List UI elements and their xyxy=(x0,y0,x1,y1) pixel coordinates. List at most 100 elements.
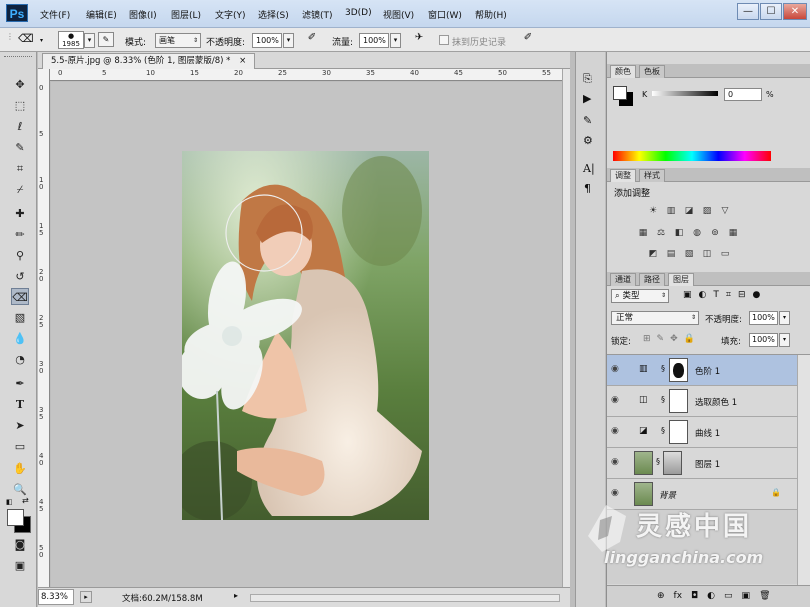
posterize-icon[interactable]: ▤ xyxy=(665,249,677,260)
crop-tool-icon[interactable]: ⌗ xyxy=(11,160,29,177)
menu-type[interactable]: 文字(Y) xyxy=(215,8,246,21)
quick-select-tool-icon[interactable]: ✎ xyxy=(11,139,29,156)
brush-dropdown-icon[interactable]: ▾ xyxy=(84,33,95,48)
menu-image[interactable]: 图像(I) xyxy=(129,8,157,21)
filter-shape-icon[interactable]: ⌗ xyxy=(726,290,731,300)
vertical-scrollbar[interactable] xyxy=(562,69,570,587)
visibility-eye-icon[interactable]: ◉ xyxy=(611,488,619,498)
foreground-color-swatch[interactable] xyxy=(7,509,24,526)
menu-file[interactable]: 文件(F) xyxy=(40,8,70,21)
minimize-button[interactable]: — xyxy=(737,3,759,20)
default-colors-icon[interactable]: ◧ xyxy=(6,498,13,506)
menu-edit[interactable]: 编辑(E) xyxy=(86,8,117,21)
blend-mode-select[interactable]: 正常 ⇕ xyxy=(611,311,699,325)
chain-link-icon[interactable]: § xyxy=(661,395,665,404)
character-panel-icon[interactable]: A| xyxy=(583,162,595,175)
eyedropper-tool-icon[interactable]: ⌿ xyxy=(11,181,29,198)
opacity-dropdown-icon[interactable]: ▾ xyxy=(283,33,294,48)
vibrance-icon[interactable]: ▽ xyxy=(719,206,731,217)
dodge-tool-icon[interactable]: ◔ xyxy=(11,351,29,368)
document-tab[interactable]: 5.5-原片.jpg @ 8.33% (色阶 1, 图层蒙版/8) * × xyxy=(42,53,256,69)
tool-preset-chevron-icon[interactable]: ▾ xyxy=(40,37,43,44)
filter-pixel-icon[interactable]: ▣ xyxy=(683,290,692,300)
quick-mask-icon[interactable]: ◙ xyxy=(11,536,29,553)
menu-view[interactable]: 视图(V) xyxy=(383,8,414,21)
color-fg-swatch[interactable] xyxy=(613,86,627,100)
brush-tool-icon[interactable]: ✏ xyxy=(11,226,29,243)
move-tool-icon[interactable]: ✥ xyxy=(11,76,29,93)
visibility-eye-icon[interactable]: ◉ xyxy=(611,364,619,374)
tab-channels[interactable]: 通道 xyxy=(610,273,636,286)
color-spectrum-bar[interactable] xyxy=(613,151,771,161)
hue-saturation-icon[interactable]: ▦ xyxy=(637,228,649,239)
brightness-contrast-icon[interactable]: ☀ xyxy=(647,206,659,217)
screen-mode-icon[interactable]: ▣ xyxy=(11,557,29,574)
layer-row[interactable]: ◉ § 图层 1 xyxy=(607,448,797,479)
lasso-tool-icon[interactable]: ℓ xyxy=(11,118,29,135)
color-lookup-icon[interactable]: ▦ xyxy=(727,228,739,239)
status-arrow-icon[interactable]: ▸ xyxy=(234,591,238,600)
visibility-eye-icon[interactable]: ◉ xyxy=(611,395,619,405)
chain-link-icon[interactable]: § xyxy=(661,364,665,373)
visibility-eye-icon[interactable]: ◉ xyxy=(611,457,619,467)
new-layer-icon[interactable]: ▣ xyxy=(742,591,751,601)
lock-position-icon[interactable]: ✥ xyxy=(670,334,678,344)
brush-preview[interactable]: ● 1985 xyxy=(58,31,84,49)
menu-select[interactable]: 选择(S) xyxy=(258,8,289,21)
clone-stamp-tool-icon[interactable]: ⚲ xyxy=(11,247,29,264)
actions-panel-icon[interactable]: ▶ xyxy=(583,92,591,105)
color-balance-icon[interactable]: ⚖ xyxy=(655,228,667,239)
add-mask-icon[interactable]: ◘ xyxy=(691,591,698,601)
filter-toggle-icon[interactable]: ● xyxy=(753,290,761,300)
opacity-input[interactable]: 100% xyxy=(252,33,282,48)
blur-tool-icon[interactable]: 💧 xyxy=(11,330,29,347)
delete-layer-icon[interactable]: 🗑 xyxy=(759,591,770,601)
gradient-map-icon[interactable]: ▭ xyxy=(719,249,731,260)
chain-link-icon[interactable]: § xyxy=(656,457,660,466)
menu-window[interactable]: 窗口(W) xyxy=(428,8,462,21)
path-select-tool-icon[interactable]: ➤ xyxy=(11,417,29,434)
k-value-input[interactable]: 0 xyxy=(724,88,762,101)
tool-presets-icon[interactable]: ⚙ xyxy=(583,134,593,147)
new-adjustment-icon[interactable]: ◐ xyxy=(707,591,715,601)
mode-select[interactable]: 画笔 ⇕ xyxy=(155,33,201,48)
threshold-icon[interactable]: ▧ xyxy=(683,249,695,260)
layer-mask-thumb[interactable] xyxy=(669,389,688,413)
pressure-size-icon[interactable]: ✐ xyxy=(520,32,536,47)
black-white-icon[interactable]: ◧ xyxy=(673,228,685,239)
type-tool-icon[interactable]: T xyxy=(11,396,29,413)
fill-dropdown-icon[interactable]: ▾ xyxy=(779,333,790,347)
swap-colors-icon[interactable]: ⇄ xyxy=(22,496,29,505)
layer-opacity-dropdown-icon[interactable]: ▾ xyxy=(779,311,790,325)
lock-pixels-icon[interactable]: ✎ xyxy=(657,334,665,344)
k-slider[interactable] xyxy=(652,91,718,96)
brush-panel-icon[interactable]: ✎ xyxy=(98,32,114,47)
selective-color-icon[interactable]: ◫ xyxy=(701,249,713,260)
layers-scrollbar[interactable] xyxy=(797,355,810,585)
fill-input[interactable]: 100% xyxy=(749,333,778,347)
chain-link-icon[interactable]: § xyxy=(661,426,665,435)
erase-history-checkbox[interactable] xyxy=(439,35,449,45)
layer-filter-select[interactable]: ⌕ 类型 ⇕ xyxy=(611,289,669,303)
tab-color[interactable]: 颜色 xyxy=(610,65,636,78)
menu-help[interactable]: 帮助(H) xyxy=(475,8,507,21)
photo-filter-icon[interactable]: ◍ xyxy=(691,228,703,239)
eraser-tool-icon[interactable]: ⌫ xyxy=(18,32,38,46)
tab-paths[interactable]: 路径 xyxy=(639,273,665,286)
tab-swatches[interactable]: 色板 xyxy=(639,65,665,78)
link-layers-icon[interactable]: ⊕ xyxy=(657,591,665,601)
layer-mask-thumb[interactable] xyxy=(669,420,688,444)
history-panel-icon[interactable]: ⎘ xyxy=(583,72,592,86)
layer-opacity-input[interactable]: 100% xyxy=(749,311,778,325)
visibility-eye-icon[interactable]: ◉ xyxy=(611,426,619,436)
menu-filter[interactable]: 滤镜(T) xyxy=(302,8,333,21)
tab-close-icon[interactable]: × xyxy=(239,56,246,66)
lock-all-icon[interactable]: 🔒 xyxy=(684,334,695,344)
toolbar-grip[interactable] xyxy=(4,56,32,60)
horizontal-scrollbar[interactable] xyxy=(250,594,560,602)
eraser-tool-icon[interactable]: ⌫ xyxy=(11,288,29,305)
menu-3d[interactable]: 3D(D) xyxy=(345,8,372,18)
flow-input[interactable]: 100% xyxy=(359,33,389,48)
marquee-tool-icon[interactable]: ⬚ xyxy=(11,97,29,114)
paragraph-panel-icon[interactable]: ¶ xyxy=(584,182,591,195)
